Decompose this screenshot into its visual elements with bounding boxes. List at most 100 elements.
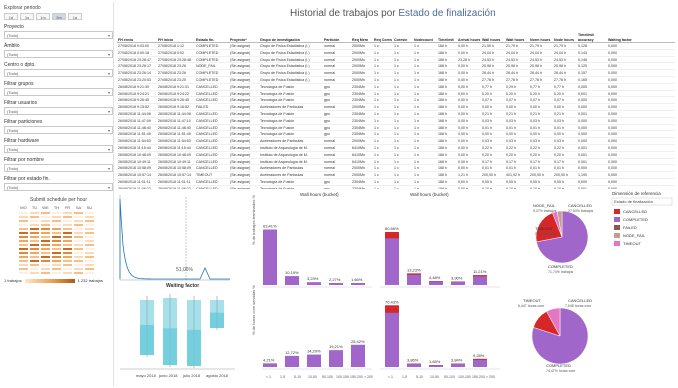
bucket-label: 100-150 [458, 375, 471, 379]
column-header[interactable]: Nodecount [413, 38, 437, 43]
heatmap-cell[interactable] [62, 271, 73, 275]
table-cell: 26/08/2018 11:15:44 [118, 145, 151, 150]
table-row[interactable]: 26/08/2018 11:44:08 26/08/2018 11:44:08 CA… [117, 111, 675, 118]
heatmap-cell[interactable] [40, 271, 51, 275]
period-button-1m[interactable]: 1m [36, 13, 50, 20]
column-header[interactable]: FH envío [117, 38, 157, 43]
column-header[interactable]: Estado fin. [195, 38, 229, 43]
table-row[interactable]: 27/08/2018 23:26:14 27/08/2018 23:26 COMPL… [117, 70, 675, 77]
table-cell: 168 h [438, 132, 447, 137]
column-header[interactable]: Grupo de investigación [259, 38, 323, 43]
table-row[interactable]: 26/08/2018 9:24:21 26/08/2018 9:24:22 CANC… [117, 91, 675, 98]
period-button-3m[interactable]: 3m [52, 13, 66, 20]
filter-select[interactable]: (Todo) ▾ [4, 31, 113, 39]
heatmap-cell[interactable] [84, 271, 95, 275]
table-cell: 0,01 h [506, 166, 516, 171]
filter-select[interactable]: (Todo) ▾ [4, 50, 113, 58]
month-label: junio 2018 [158, 373, 178, 378]
table-row[interactable]: 26/08/2018 11:15:44 26/08/2018 11:15:44 CA… [117, 145, 675, 152]
boxplot-upper-box [210, 300, 224, 313]
legend-item-label: FAILED [623, 225, 637, 230]
table-cell: 26/08/2018 9:26:45 [158, 98, 189, 103]
table-row[interactable]: 27/08/2018 23:28:47 27/08/2018 23:28:48 CO… [117, 57, 675, 64]
period-button-1d[interactable]: 1d [4, 13, 18, 20]
table-cell: 26/08/2018 11:01:11 [118, 179, 151, 184]
heatmap-cell[interactable] [18, 271, 29, 275]
table-row[interactable]: 27/08/2018 0:00:18 27/08/2018 0:02 COMPLET… [117, 50, 675, 57]
chevron-down-icon: ▾ [107, 90, 110, 95]
table-row[interactable]: 27/08/2018 23:20:53 27/08/2018 23:20 COMPL… [117, 77, 675, 84]
column-header[interactable]: Wait hours [505, 38, 529, 43]
column-header[interactable]: Partición [323, 38, 351, 43]
table-cell: (Sin asignar) [230, 91, 251, 96]
top-left-value: 3,23% [307, 276, 319, 281]
table-row[interactable]: 27/08/2018 0:03:00 27/08/2018 1:12 COMPLET… [117, 43, 675, 50]
table-cell: 0,000 [608, 77, 617, 82]
table-cell: NODE_FAIL [196, 64, 216, 69]
filter-select[interactable]: (Todo) ▾ [4, 145, 113, 153]
column-header[interactable]: FH inicio [157, 38, 195, 43]
period-button-1s[interactable]: 1s [20, 13, 34, 20]
column-header[interactable]: Timelimit [437, 38, 457, 43]
legend-swatch [614, 225, 620, 230]
table-row[interactable]: 26/08/2018 9:15:52 26/08/2018 9:16:52 FAIL… [117, 104, 675, 111]
heatmap-day-label: TH [53, 205, 60, 210]
column-header[interactable]: Node hours [553, 38, 577, 43]
table-cell: 1 n [414, 132, 419, 137]
table-cell: 21,79 h [530, 44, 542, 48]
table-cell: 1 c [374, 71, 379, 76]
table-cell: Aceleradores de Partículas [260, 139, 304, 144]
table-row[interactable]: 26/08/2018 10:58:09 26/08/2018 10:58:09 CA… [117, 165, 675, 173]
table-row[interactable]: 26/08/2018 11:01:11 26/08/2018 11:01:11 CA… [117, 179, 675, 186]
table-row[interactable]: 26/08/2018 11:51:49 26/08/2018 11:51:49 CA… [117, 131, 675, 139]
column-header[interactable]: Arrival hours [457, 38, 481, 43]
table-cell: 1 n [414, 179, 419, 184]
table-cell: 26/08/2018 11:44:08 [158, 111, 191, 116]
column-header[interactable]: Timelimit accuracy [577, 33, 607, 42]
column-header[interactable]: Proyecto* [229, 38, 259, 43]
month-label: agosto 2018 [206, 373, 229, 378]
table-cell: COMPLETED [196, 71, 219, 76]
table-row[interactable]: 26/08/2018 10:57:14 26/08/2018 10:57:14 TI… [117, 172, 675, 179]
table-cell: gpu [324, 111, 330, 116]
column-header[interactable]: Cores/n [393, 38, 413, 43]
filter-select[interactable]: (Todo) ▾ [4, 183, 113, 191]
filter-select[interactable]: (Todo) ▾ [4, 69, 113, 77]
column-header[interactable]: Waiting factor [607, 38, 637, 43]
filter-select[interactable]: (Todo) ▾ [4, 88, 113, 96]
table-cell: (Sin asignar) [230, 125, 251, 130]
table-row[interactable]: 26/08/2018 10:49:11 26/08/2018 10:49:11 CA… [117, 159, 675, 166]
column-header[interactable]: Req Cores [373, 38, 393, 43]
table-row[interactable]: 26/08/2018 10:48:09 26/08/2018 10:48:09 CA… [117, 152, 675, 159]
table-cell: 0,001 [578, 145, 587, 150]
column-header[interactable]: Req Mem [351, 38, 373, 43]
heatmap-cell[interactable] [73, 271, 84, 275]
table-row[interactable]: 26/08/2018 11:48:40 26/08/2018 11:48:40 CA… [117, 125, 675, 132]
table-row[interactable]: 26/08/2018 9:21:30 26/08/2018 9:21:31 CANC… [117, 84, 675, 91]
table-row[interactable]: 26/08/2018 11:47:09 26/08/2018 11:47:10 CA… [117, 118, 675, 125]
table-cell: normal [324, 57, 335, 62]
bottom-right-value: 70,43% [385, 299, 399, 304]
column-header[interactable]: Wall hours [481, 38, 505, 43]
table-row[interactable]: 27/08/2018 23:26:17 27/08/2018 23:26 NODE_… [117, 63, 675, 71]
table-cell: gpu [324, 179, 330, 184]
filter-select[interactable]: (Todo) ▾ [4, 107, 113, 115]
filter-group: Ámbito (Todo) ▾ [4, 43, 113, 58]
heatmap-day-label: MO [20, 205, 27, 210]
table-cell: 27/08/2018 23:28:47 [118, 57, 151, 62]
heatmap-cell[interactable] [29, 271, 40, 275]
filter-select[interactable]: (Todo) ▾ [4, 126, 113, 134]
chevron-down-icon: ▾ [107, 52, 110, 57]
heatmap-cell[interactable] [51, 271, 62, 275]
filter-select[interactable]: (Todo) ▾ [4, 164, 113, 172]
period-button-1a[interactable]: 1a [68, 13, 82, 20]
top-right-bar-top [407, 273, 421, 275]
table-cell: 0,00 h [458, 71, 468, 76]
column-header[interactable]: Norm hours [529, 38, 553, 43]
table-row[interactable]: 26/08/2018 11:54:53 26/08/2018 11:54:53 CA… [117, 138, 675, 145]
table-row[interactable]: 26/08/2018 9:26:45 26/08/2018 9:26:45 CANC… [117, 97, 675, 105]
title-dimension-link[interactable]: Estado de finalización [398, 8, 495, 19]
table-cell: 0,01 h [554, 166, 564, 171]
table-cell: 0,00 h [458, 159, 468, 164]
table-row[interactable]: 26/08/2018 11:09:32 26/08/2018 11:09:32 CA… [117, 186, 675, 189]
